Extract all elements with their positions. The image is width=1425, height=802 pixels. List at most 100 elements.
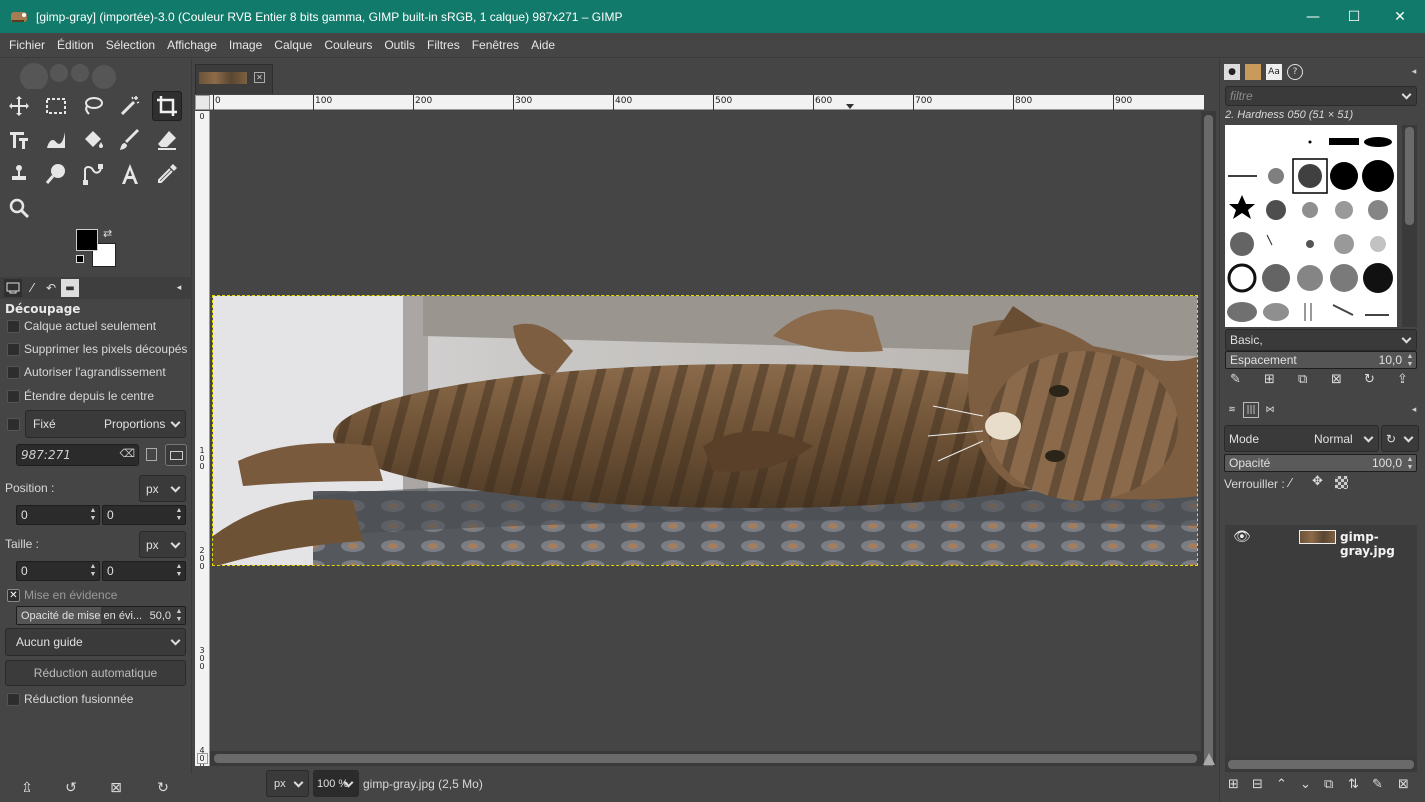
layer-list[interactable]: 👁 gimp-gray.jpg [1225, 525, 1417, 761]
menu-selection[interactable]: Sélection [100, 38, 161, 52]
tab-images[interactable]: ▬ [61, 279, 79, 297]
layer-mode-combo[interactable]: Mode Normal [1224, 425, 1379, 452]
paintbrush-tool[interactable] [115, 125, 145, 155]
highlight-checkbox[interactable]: ✕ [7, 589, 20, 602]
delete-layer-icon[interactable]: ⊠ [1398, 777, 1409, 792]
duplicate-brush-icon[interactable]: ⧉ [1298, 372, 1307, 387]
cat-photo-canvas[interactable] [212, 295, 1198, 566]
rect-select-tool[interactable] [41, 91, 71, 121]
spin-arrows-icon[interactable]: ▲ ▼ [1406, 456, 1414, 472]
vertical-ruler[interactable]: 0 1 0 0 2 0 0 3 0 0 4 0 0 [195, 111, 210, 802]
spacing-slider[interactable]: Espacement 10,0 ▲ ▼ [1225, 351, 1417, 369]
portrait-icon[interactable] [146, 448, 157, 461]
menu-fenetres[interactable]: Fenêtres [466, 38, 525, 52]
clear-icon[interactable]: ⌫ [119, 447, 135, 460]
move-tool[interactable] [4, 91, 34, 121]
shrink-merged-checkbox[interactable] [7, 693, 20, 706]
delete-cropped-checkbox[interactable] [7, 343, 20, 356]
layer-composite-combo[interactable]: ↻ [1381, 425, 1419, 452]
edit-brush-icon[interactable]: ✎ [1230, 372, 1241, 387]
lock-alpha-icon[interactable] [1335, 476, 1348, 489]
horizontal-ruler[interactable]: 0 100 200 300 400 500 600 700 800 900 [210, 95, 1204, 110]
ruler-corner-button[interactable] [195, 95, 210, 110]
tab-menu-button[interactable]: ◂ [170, 279, 188, 297]
lock-pixels-icon[interactable]: ⁄ [1289, 476, 1291, 490]
tab-layers[interactable]: ≋ [1224, 402, 1240, 418]
quick-mask-toggle[interactable] [197, 753, 208, 764]
tab-help[interactable]: ? [1287, 64, 1303, 80]
size-unit-combo[interactable]: px [139, 531, 186, 558]
save-options-button[interactable]: ⇫ [17, 778, 37, 798]
minimize-button[interactable]: — [1290, 0, 1336, 33]
open-brush-icon[interactable]: ⇪ [1397, 372, 1408, 387]
menu-calque[interactable]: Calque [268, 38, 318, 52]
lower-layer-icon[interactable]: ⌄ [1300, 777, 1311, 792]
delete-options-button[interactable]: ⊠ [106, 778, 126, 798]
tab-channels[interactable]: ||| [1243, 402, 1259, 418]
unified-transform-tool[interactable] [4, 125, 34, 155]
auto-shrink-button[interactable]: Réduction automatique [5, 660, 186, 686]
bucket-fill-tool[interactable] [78, 125, 108, 155]
reset-options-button[interactable]: ↻ [153, 778, 173, 798]
restore-options-button[interactable]: ↺ [61, 778, 81, 798]
new-group-icon[interactable]: ⊟ [1252, 777, 1263, 792]
paths-tool[interactable] [78, 159, 108, 189]
raise-layer-icon[interactable]: ⌃ [1276, 777, 1287, 792]
brush-scroll-thumb[interactable] [1405, 127, 1414, 225]
fixed-checkbox[interactable] [7, 418, 20, 431]
ratio-input[interactable]: 987:271 ⌫ [16, 444, 139, 466]
clone-tool[interactable] [4, 159, 34, 189]
highlight-opacity-slider[interactable]: Opacité de mise en évi... 50,0 ▲ ▼ [16, 606, 186, 625]
duplicate-layer-icon[interactable]: ⧉ [1324, 777, 1333, 792]
tab-device-status[interactable]: ⁄ [23, 279, 41, 297]
menu-filtres[interactable]: Filtres [421, 38, 466, 52]
menu-aide[interactable]: Aide [525, 38, 561, 52]
layer-row[interactable]: 👁 gimp-gray.jpg [1225, 525, 1417, 558]
layers-menu-button[interactable]: ◂ [1406, 402, 1422, 418]
spin-arrows-icon[interactable]: ▲ ▼ [89, 507, 97, 523]
tab-paths[interactable]: ⋈ [1262, 402, 1278, 418]
foreground-color-swatch[interactable] [76, 229, 98, 251]
tab-patterns[interactable] [1245, 64, 1261, 80]
spin-arrows-icon[interactable]: ▲ ▼ [175, 608, 183, 624]
layer-hscroll-thumb[interactable] [1228, 760, 1414, 769]
canvas-viewport[interactable] [210, 111, 1201, 801]
tab-brushes[interactable]: ● [1224, 64, 1240, 80]
menu-image[interactable]: Image [223, 38, 268, 52]
text-tool[interactable] [115, 159, 145, 189]
spin-arrows-icon[interactable]: ▲ ▼ [89, 563, 97, 579]
brushes-menu-button[interactable]: ◂ [1406, 64, 1422, 80]
new-brush-icon[interactable]: ⊞ [1264, 372, 1275, 387]
guides-combo[interactable]: Aucun guide [5, 628, 186, 656]
position-x-spin[interactable]: 0 ▲ ▼ [16, 505, 100, 525]
vertical-scroll-thumb[interactable] [1204, 115, 1213, 802]
zoom-tool[interactable] [4, 193, 34, 223]
close-button[interactable]: ✕ [1377, 0, 1423, 33]
horizontal-scrollbar[interactable] [210, 751, 1201, 766]
lock-position-icon[interactable]: ✥ [1312, 474, 1323, 489]
horizontal-scroll-thumb[interactable] [214, 754, 1197, 763]
fuzzy-select-tool[interactable] [115, 91, 145, 121]
menu-couleurs[interactable]: Couleurs [318, 38, 378, 52]
warp-tool[interactable] [41, 125, 71, 155]
vertical-scrollbar[interactable] [1201, 111, 1216, 802]
size-w-spin[interactable]: 0 ▲ ▼ [16, 561, 100, 581]
layer-hscrollbar[interactable] [1225, 757, 1417, 772]
default-colors-icon[interactable] [76, 255, 84, 263]
unit-combo[interactable]: px [266, 770, 309, 797]
spin-arrows-icon[interactable]: ▲ ▼ [175, 563, 183, 579]
spin-arrows-icon[interactable]: ▲ ▼ [175, 507, 183, 523]
smudge-tool[interactable] [41, 159, 71, 189]
position-y-spin[interactable]: 0 ▲ ▼ [102, 505, 186, 525]
tab-tool-options[interactable] [4, 279, 22, 297]
size-h-spin[interactable]: 0 ▲ ▼ [102, 561, 186, 581]
merge-layer-icon[interactable]: ⇅ [1348, 777, 1359, 792]
fixed-mode-combo[interactable]: Fixé Proportions [25, 410, 186, 438]
refresh-brushes-icon[interactable]: ↻ [1364, 372, 1375, 387]
tab-undo-history[interactable]: ↶ [42, 279, 60, 297]
allow-growing-checkbox[interactable] [7, 366, 20, 379]
lasso-tool[interactable] [78, 91, 108, 121]
navigate-icon[interactable] [1203, 753, 1215, 765]
brush-scrollbar[interactable] [1402, 125, 1417, 327]
color-picker-tool[interactable] [152, 159, 182, 189]
